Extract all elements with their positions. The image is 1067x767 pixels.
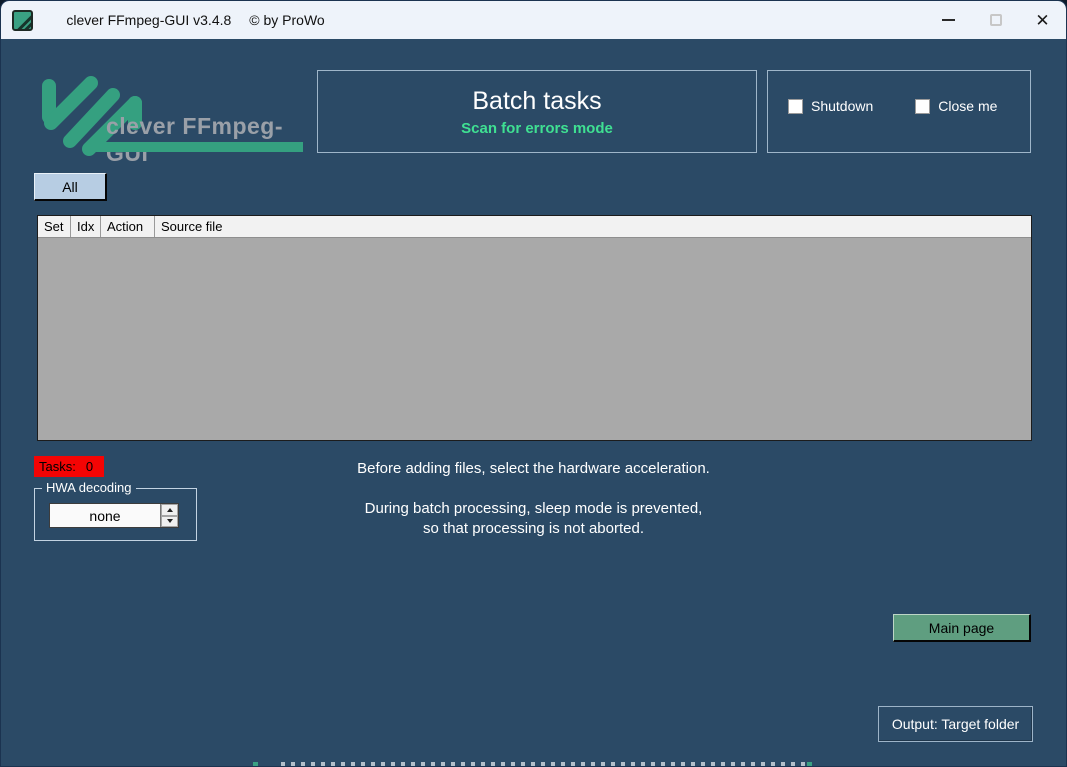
page-title: Batch tasks (472, 86, 602, 115)
spinner-up-button[interactable] (161, 504, 178, 516)
app-logo: clever FFmpeg-GUI (37, 71, 303, 166)
app-icon (12, 9, 33, 31)
all-button[interactable]: All (34, 173, 107, 201)
minimize-button[interactable] (925, 1, 972, 39)
window-title-text: clever FFmpeg-GUI v3.4.8 (66, 12, 232, 28)
window-controls: ✕ (925, 1, 1066, 39)
window-title: clever FFmpeg-GUI v3.4.8 © by ProWo (43, 1, 325, 44)
close-me-label: Close me (938, 98, 998, 114)
arrow-down-icon (166, 519, 173, 524)
task-list-body[interactable] (38, 238, 1031, 440)
minimize-icon (942, 19, 955, 21)
task-table-header: Set Idx Action Source file (38, 216, 1031, 238)
hwa-decoding-value[interactable]: none (50, 504, 160, 527)
info-line-2: During batch processing, sleep mode is p… (364, 500, 703, 517)
hwa-group-label: HWA decoding (42, 480, 136, 495)
hwa-decoding-group: HWA decoding none (34, 480, 197, 541)
mode-subtitle: Scan for errors mode (461, 119, 613, 137)
main-page-button[interactable]: Main page (893, 614, 1031, 642)
info-text: Before adding files, select the hardware… (251, 459, 816, 539)
tasks-count-badge: Tasks: 0 (34, 456, 104, 477)
close-icon: ✕ (1035, 10, 1050, 30)
spinner-down-button[interactable] (161, 515, 178, 527)
shutdown-checkbox[interactable]: Shutdown (788, 98, 873, 114)
artifact-speck-left (253, 762, 258, 766)
arrow-up-icon (166, 507, 173, 512)
logo-text: clever FFmpeg-GUI (106, 113, 283, 166)
batch-tasks-panel: Batch tasks Scan for errors mode (317, 70, 757, 153)
hwa-decoding-spinner[interactable]: none (49, 503, 179, 528)
maximize-button (972, 1, 1019, 39)
artifact-speck-right (807, 762, 812, 766)
shutdown-checkbox-box[interactable] (788, 98, 803, 114)
close-button[interactable]: ✕ (1019, 1, 1066, 39)
options-panel: Shutdown Close me (767, 70, 1031, 153)
info-line-1: Before adding files, select the hardware… (357, 460, 710, 477)
app-window: clever FFmpeg-GUI v3.4.8 © by ProWo ✕ cle… (0, 0, 1067, 767)
output-target-folder-button[interactable]: Output: Target folder (878, 706, 1033, 742)
tasks-count: 0 (85, 459, 94, 474)
column-header-source-file[interactable]: Source file (155, 216, 1031, 237)
maximize-icon (989, 14, 1002, 26)
column-header-set[interactable]: Set (38, 216, 71, 237)
close-me-checkbox[interactable]: Close me (915, 98, 997, 114)
task-table: Set Idx Action Source file (37, 215, 1032, 441)
tasks-label: Tasks: (39, 459, 76, 474)
shutdown-label: Shutdown (811, 98, 874, 114)
logo-underline (91, 142, 303, 152)
column-header-idx[interactable]: Idx (71, 216, 101, 237)
info-line-3: so that processing is not aborted. (423, 520, 644, 537)
close-me-checkbox-box[interactable] (915, 98, 931, 114)
spinner-buttons (160, 504, 178, 527)
window-copyright: © by ProWo (249, 12, 325, 28)
clipped-text-artifact (281, 762, 806, 766)
title-bar: clever FFmpeg-GUI v3.4.8 © by ProWo ✕ (1, 1, 1066, 39)
column-header-action[interactable]: Action (101, 216, 155, 237)
